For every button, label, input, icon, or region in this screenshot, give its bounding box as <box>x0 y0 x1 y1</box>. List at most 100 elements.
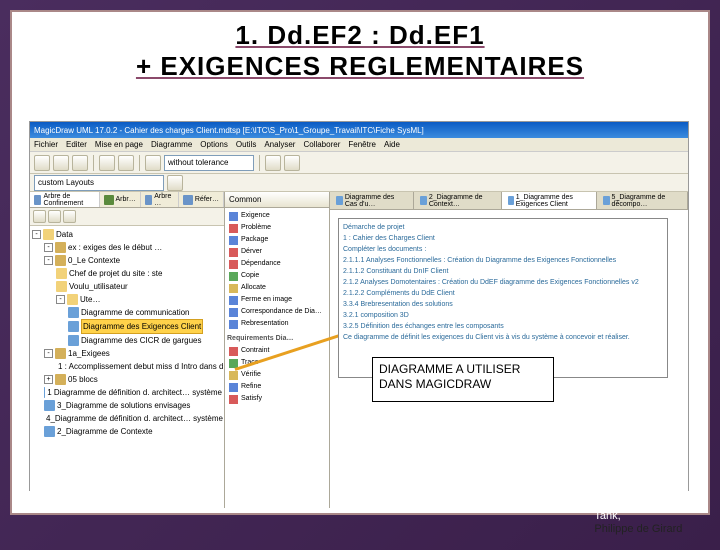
tb-zoom-icon[interactable] <box>145 155 161 171</box>
panel-tab[interactable]: Arbre … <box>141 192 179 207</box>
tree-node[interactable]: -1a_Exigees <box>32 347 222 360</box>
diag-icon <box>44 400 55 411</box>
title-line-1: 1. Dd.EF2 : Dd.EF1 <box>32 20 688 51</box>
tree-node[interactable]: 4_Diagramme de définition d. architect… … <box>32 412 222 425</box>
tree-node[interactable]: Diagramme de communication <box>32 306 222 319</box>
expand-icon[interactable]: - <box>56 295 65 304</box>
menu-item[interactable]: Fichier <box>34 140 58 149</box>
slide: 1. Dd.EF2 : Dd.EF1 + EXIGENCES REGLEMENT… <box>10 10 710 515</box>
tree-icon <box>183 195 193 205</box>
palette-item[interactable]: Rebresentation <box>227 318 327 330</box>
tb-combo-1[interactable]: without tolerance <box>164 155 254 171</box>
expand-icon[interactable]: - <box>32 230 41 239</box>
layout-combo[interactable]: custom Layouts <box>34 175 164 191</box>
doc-tab[interactable]: 1_Diagramme des Exigences Client <box>502 192 597 209</box>
tree-btn-icon[interactable] <box>33 210 46 223</box>
menu-item[interactable]: Outils <box>236 140 256 149</box>
palette-icon <box>229 371 238 380</box>
tree-node[interactable]: Diagramme des CICR de gargues <box>32 334 222 347</box>
title-box: 1. Dd.EF2 : Dd.EF1 + EXIGENCES REGLEMENT… <box>12 12 708 94</box>
menu-item[interactable]: Mise en page <box>95 140 143 149</box>
tb-open-icon[interactable] <box>53 155 69 171</box>
palette-item[interactable]: Exigence <box>227 210 327 222</box>
selected-tree-label: Diagramme des Exigences Client <box>81 319 203 334</box>
tb-btn-a[interactable] <box>265 155 281 171</box>
tree-node[interactable]: +05 blocs <box>32 373 222 386</box>
palette-item[interactable]: Problème <box>227 222 327 234</box>
palette-icon <box>229 284 238 293</box>
tree-node[interactable]: 2_Diagramme de Contexte <box>32 425 222 438</box>
menu-item[interactable]: Diagramme <box>151 140 192 149</box>
menu-item[interactable]: Aide <box>384 140 400 149</box>
pkg-icon <box>55 348 66 359</box>
expand-icon[interactable]: + <box>44 375 53 384</box>
palette-item[interactable]: Vérifie <box>227 369 327 381</box>
diag-icon <box>44 387 45 398</box>
tree-node[interactable]: -Ute… <box>32 293 222 306</box>
tree-node[interactable]: Voulu_utilisateur <box>32 280 222 293</box>
diag-icon <box>68 321 79 332</box>
menu-item[interactable]: Collaborer <box>303 140 340 149</box>
doc-line: Ce diagramme de définit les exigences du… <box>343 333 663 343</box>
palette-item[interactable]: Refine <box>227 381 327 393</box>
tree-node[interactable]: 1 : Accomplissement debut miss d Intro d… <box>32 360 222 373</box>
palette-icon <box>229 383 238 392</box>
doc-line: 2.1.2 Analyses Domotentaires : Création … <box>343 278 663 288</box>
tree-node[interactable]: -ex : exiges des le début … <box>32 241 222 254</box>
palette-header: Common <box>225 192 329 208</box>
tree-node[interactable]: 3_Diagramme de solutions envisages <box>32 399 222 412</box>
expand-icon[interactable]: - <box>44 256 53 265</box>
tree-btn-icon[interactable] <box>63 210 76 223</box>
tb-new-icon[interactable] <box>34 155 50 171</box>
panel-tab[interactable]: Arbr… <box>100 192 141 207</box>
doc-tab[interactable]: 2_Diagramme de Context… <box>414 192 502 209</box>
requirement-box[interactable]: Démarche de projet 1 : Cahier des Charge… <box>338 218 668 378</box>
menu-item[interactable]: Fenêtre <box>348 140 376 149</box>
palette-icon <box>229 272 238 281</box>
menu-item[interactable]: Options <box>200 140 228 149</box>
palette-item[interactable]: Copie <box>227 270 327 282</box>
palette-item[interactable]: Ferme en image <box>227 294 327 306</box>
doc-line: 2.1.1.2 Constituant du DnIF Client <box>343 267 663 277</box>
palette-item[interactable]: Dépendance <box>227 258 327 270</box>
containment-tree[interactable]: - Data -ex : exiges des le début …-0_Le … <box>30 226 224 508</box>
expand-icon[interactable]: - <box>44 243 53 252</box>
palette-icon <box>229 308 238 317</box>
menu-item[interactable]: Analyser <box>264 140 295 149</box>
tb-undo-icon[interactable] <box>99 155 115 171</box>
palette-item[interactable]: Satisfy <box>227 393 327 405</box>
expand-icon[interactable]: - <box>44 349 53 358</box>
tree-icon <box>34 195 41 205</box>
palette-item[interactable]: Dérver <box>227 246 327 258</box>
tree-node[interactable]: 1 Diagramme de définition d. architect… … <box>32 386 222 399</box>
palette-item[interactable]: Package <box>227 234 327 246</box>
palette-icon <box>229 236 238 245</box>
palette-icon <box>229 296 238 305</box>
menu-item[interactable]: Editer <box>66 140 87 149</box>
panel-tab[interactable]: Arbre de Confinement <box>30 192 100 207</box>
tb-redo-icon[interactable] <box>118 155 134 171</box>
tree-node[interactable]: -0_Le Contexte <box>32 254 222 267</box>
panel-tab[interactable]: Réfer… <box>179 192 224 207</box>
tree-root[interactable]: - Data <box>32 228 222 241</box>
doc-tab[interactable]: 5_Diagramme de décompo… <box>597 192 688 209</box>
palette-item[interactable]: Allocate <box>227 282 327 294</box>
palette-item[interactable]: Correspondance de Dia… <box>227 306 327 318</box>
tree-node[interactable]: Diagramme des Exigences Client <box>32 319 222 334</box>
callout-line-1: DIAGRAMME A UTILISER <box>379 362 547 377</box>
diag-icon <box>68 335 79 346</box>
tb-save-icon[interactable] <box>72 155 88 171</box>
palette-icon <box>229 347 238 356</box>
callout-line-2: DANS MAGICDRAW <box>379 377 547 392</box>
tb-layout-icon[interactable] <box>167 175 183 191</box>
palette-icon <box>229 224 238 233</box>
doc-tab[interactable]: Diagramme des Cas d'u… <box>330 192 414 209</box>
tb-btn-b[interactable] <box>284 155 300 171</box>
panel-tabs: Arbre de ConfinementArbr…Arbre …Réfer… <box>30 192 224 208</box>
toolbar-2: custom Layouts <box>30 174 688 192</box>
palette-icon <box>229 212 238 221</box>
tree-node[interactable]: Chef de projet du site : ste <box>32 267 222 280</box>
tree-btn-icon[interactable] <box>48 210 61 223</box>
folder-icon <box>56 281 67 292</box>
window-title: MagicDraw UML 17.0.2 - Cahier des charge… <box>34 126 424 135</box>
